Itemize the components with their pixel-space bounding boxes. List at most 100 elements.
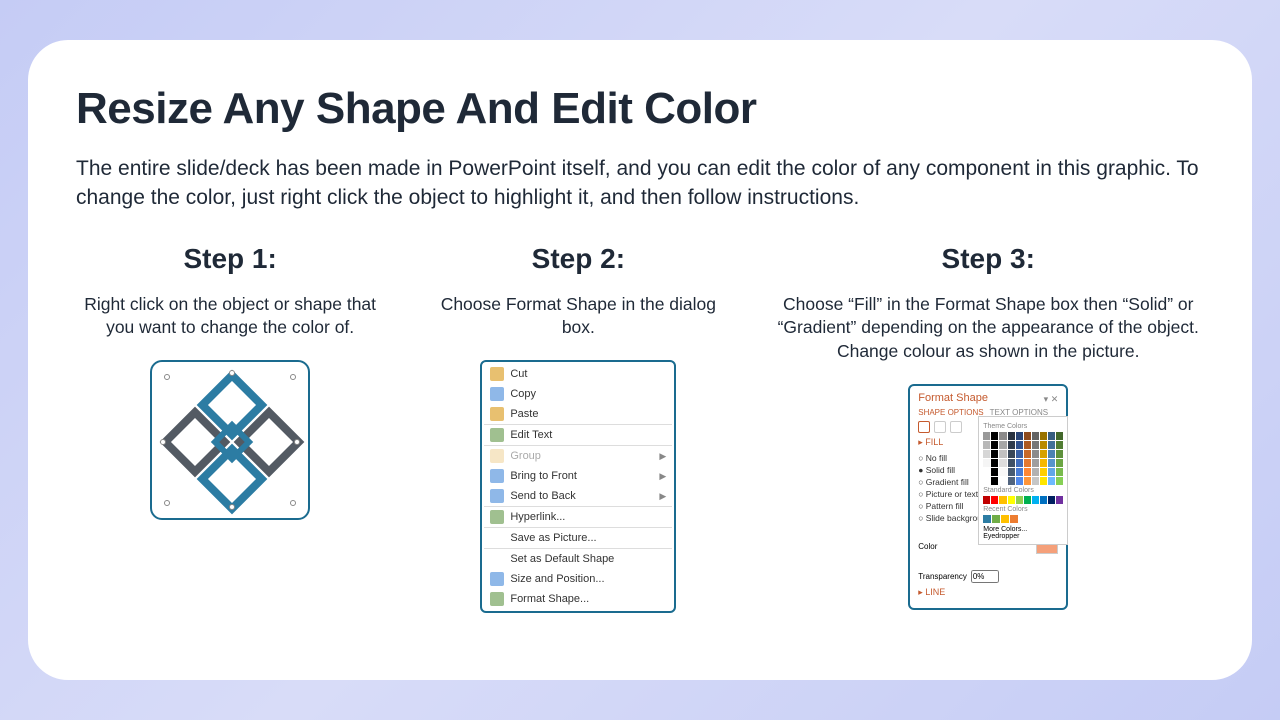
color-swatch[interactable] xyxy=(1040,468,1047,476)
color-swatch[interactable] xyxy=(1056,477,1063,485)
color-swatch[interactable] xyxy=(983,459,990,467)
color-swatch[interactable] xyxy=(1032,459,1039,467)
menu-item-bring-to-front[interactable]: Bring to Front▶ xyxy=(484,466,672,486)
color-swatch[interactable] xyxy=(1008,477,1015,485)
menu-item-format-shape[interactable]: Format Shape... xyxy=(484,589,672,609)
color-swatch[interactable] xyxy=(1032,477,1039,485)
color-swatch[interactable] xyxy=(1024,441,1031,449)
color-swatch[interactable] xyxy=(1016,459,1023,467)
color-swatch[interactable] xyxy=(983,432,990,440)
color-swatch[interactable] xyxy=(1008,459,1015,467)
color-swatch[interactable] xyxy=(1048,468,1055,476)
color-swatch[interactable] xyxy=(999,450,1006,458)
color-swatch[interactable] xyxy=(983,450,990,458)
color-swatch[interactable] xyxy=(999,477,1006,485)
transparency-input[interactable] xyxy=(971,570,999,583)
color-swatch[interactable] xyxy=(1024,468,1031,476)
color-swatch[interactable] xyxy=(1008,432,1015,440)
color-swatch[interactable] xyxy=(992,515,1000,523)
close-icon[interactable]: ▾ ✕ xyxy=(1044,394,1059,405)
color-swatch[interactable] xyxy=(991,468,998,476)
color-swatch[interactable] xyxy=(999,441,1006,449)
recent-colors-label: Recent Colors xyxy=(983,506,1063,513)
color-swatch[interactable] xyxy=(1056,468,1063,476)
color-swatch[interactable] xyxy=(991,441,998,449)
color-swatch[interactable] xyxy=(999,432,1006,440)
menu-item-send-to-back[interactable]: Send to Back▶ xyxy=(484,486,672,506)
chevron-right-icon: ▶ xyxy=(659,451,666,462)
eyedropper-item[interactable]: Eyedropper xyxy=(983,533,1063,540)
color-swatch[interactable] xyxy=(1048,432,1055,440)
color-swatch[interactable] xyxy=(1048,459,1055,467)
color-swatch[interactable] xyxy=(1008,468,1015,476)
menu-item-cut[interactable]: Cut xyxy=(484,364,672,384)
effects-icon[interactable] xyxy=(934,421,946,433)
color-swatch[interactable] xyxy=(1016,468,1023,476)
size-icon[interactable] xyxy=(950,421,962,433)
color-swatch[interactable] xyxy=(1040,477,1047,485)
menu-item-save-as-picture[interactable]: Save as Picture... xyxy=(484,527,672,548)
color-swatch[interactable] xyxy=(1056,459,1063,467)
color-swatch[interactable] xyxy=(999,459,1006,467)
menu-item-paste[interactable]: Paste xyxy=(484,404,672,424)
color-swatch[interactable] xyxy=(999,496,1006,504)
tab-shape-options[interactable]: SHAPE OPTIONS xyxy=(918,408,983,417)
menu-item-hyperlink[interactable]: Hyperlink... xyxy=(484,506,672,527)
color-swatch[interactable] xyxy=(1048,450,1055,458)
color-swatch[interactable] xyxy=(1040,459,1047,467)
menu-item-group: Group▶ xyxy=(484,445,672,466)
fill-icon[interactable] xyxy=(918,421,930,433)
color-swatch[interactable] xyxy=(1056,450,1063,458)
color-swatch[interactable] xyxy=(983,515,991,523)
color-swatch[interactable] xyxy=(1040,496,1047,504)
color-swatch[interactable] xyxy=(1048,441,1055,449)
color-swatch[interactable] xyxy=(1024,432,1031,440)
color-swatch[interactable] xyxy=(1016,441,1023,449)
color-swatch[interactable] xyxy=(991,459,998,467)
color-swatch[interactable] xyxy=(983,496,990,504)
line-section-header[interactable]: ▸ LINE xyxy=(918,587,1058,598)
color-swatch[interactable] xyxy=(1016,432,1023,440)
color-swatch[interactable] xyxy=(999,468,1006,476)
color-swatch[interactable] xyxy=(1040,450,1047,458)
color-swatch[interactable] xyxy=(1001,515,1009,523)
color-swatch[interactable] xyxy=(1048,496,1055,504)
color-swatch[interactable] xyxy=(1040,441,1047,449)
color-swatch[interactable] xyxy=(1008,441,1015,449)
color-swatch[interactable] xyxy=(1016,477,1023,485)
color-swatch[interactable] xyxy=(1008,496,1015,504)
menu-item-size-position[interactable]: Size and Position... xyxy=(484,569,672,589)
color-swatch[interactable] xyxy=(1008,450,1015,458)
more-colors-item[interactable]: More Colors... xyxy=(983,526,1063,533)
color-swatch[interactable] xyxy=(1016,496,1023,504)
page-description: The entire slide/deck has been made in P… xyxy=(76,154,1204,213)
color-swatch[interactable] xyxy=(1024,477,1031,485)
step-2-text: Choose Format Shape in the dialog box. xyxy=(424,293,732,340)
color-swatch[interactable] xyxy=(991,477,998,485)
color-swatch[interactable] xyxy=(1032,468,1039,476)
color-swatch[interactable] xyxy=(1016,450,1023,458)
color-swatch[interactable] xyxy=(1056,496,1063,504)
step-1-illustration xyxy=(150,360,310,520)
color-swatch[interactable] xyxy=(991,432,998,440)
color-swatch[interactable] xyxy=(983,441,990,449)
color-swatch[interactable] xyxy=(1024,459,1031,467)
color-swatch[interactable] xyxy=(1056,441,1063,449)
menu-item-edit-text[interactable]: Edit Text xyxy=(484,424,672,445)
color-swatch[interactable] xyxy=(1024,496,1031,504)
color-swatch[interactable] xyxy=(983,468,990,476)
color-swatch[interactable] xyxy=(991,496,998,504)
color-swatch[interactable] xyxy=(1024,450,1031,458)
color-swatch[interactable] xyxy=(1040,432,1047,440)
color-swatch[interactable] xyxy=(1010,515,1018,523)
color-swatch[interactable] xyxy=(1032,450,1039,458)
color-swatch[interactable] xyxy=(1048,477,1055,485)
color-swatch[interactable] xyxy=(991,450,998,458)
color-swatch[interactable] xyxy=(1032,432,1039,440)
color-swatch[interactable] xyxy=(1032,441,1039,449)
color-swatch[interactable] xyxy=(1056,432,1063,440)
menu-item-set-default[interactable]: Set as Default Shape xyxy=(484,548,672,569)
menu-item-copy[interactable]: Copy xyxy=(484,384,672,404)
color-swatch[interactable] xyxy=(983,477,990,485)
color-swatch[interactable] xyxy=(1032,496,1039,504)
